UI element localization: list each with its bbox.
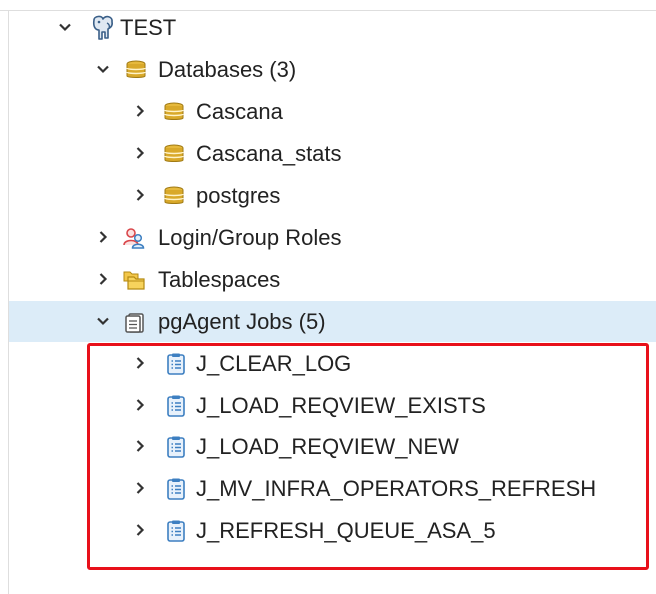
tree-node-database[interactable]: Cascana (9, 91, 656, 132)
database-label: Cascana_stats (196, 141, 342, 166)
chevron-right-icon[interactable] (132, 103, 148, 119)
database-icon (163, 143, 185, 165)
pgagent-jobs-label: pgAgent Jobs (5) (158, 309, 326, 334)
chevron-down-icon[interactable] (57, 19, 73, 35)
chevron-down-icon[interactable] (95, 61, 111, 77)
chevron-right-icon[interactable] (95, 229, 111, 245)
login-roles-label: Login/Group Roles (158, 225, 342, 250)
folders-icon (123, 269, 145, 291)
databases-label: Databases (3) (158, 57, 297, 82)
chevron-right-icon[interactable] (132, 187, 148, 203)
tablespaces-label: Tablespaces (158, 267, 281, 292)
tree-node-pgagent-jobs[interactable]: pgAgent Jobs (5) (9, 301, 656, 342)
tree-node-database[interactable]: postgres (9, 175, 656, 216)
tree-node-databases[interactable]: Databases (3) (9, 49, 656, 90)
clipboard-icon (124, 311, 146, 333)
highlight-box (87, 343, 649, 570)
database-icon (125, 59, 147, 81)
chevron-right-icon[interactable] (132, 145, 148, 161)
chevron-down-icon[interactable] (95, 313, 111, 329)
object-browser-tree: TEST Databases (3) Cascana Cascana_stats… (0, 0, 656, 594)
chevron-right-icon[interactable] (95, 271, 111, 287)
database-icon (163, 185, 185, 207)
elephant-icon (88, 14, 116, 42)
database-icon (163, 101, 185, 123)
tree-node-server[interactable]: TEST (9, 7, 656, 48)
users-icon (123, 227, 145, 249)
server-label: TEST (120, 15, 177, 40)
tree-node-database[interactable]: Cascana_stats (9, 133, 656, 174)
tree-node-tablespaces[interactable]: Tablespaces (9, 259, 656, 300)
database-label: postgres (196, 183, 281, 208)
tree-node-login-roles[interactable]: Login/Group Roles (9, 217, 656, 258)
database-label: Cascana (196, 99, 283, 124)
